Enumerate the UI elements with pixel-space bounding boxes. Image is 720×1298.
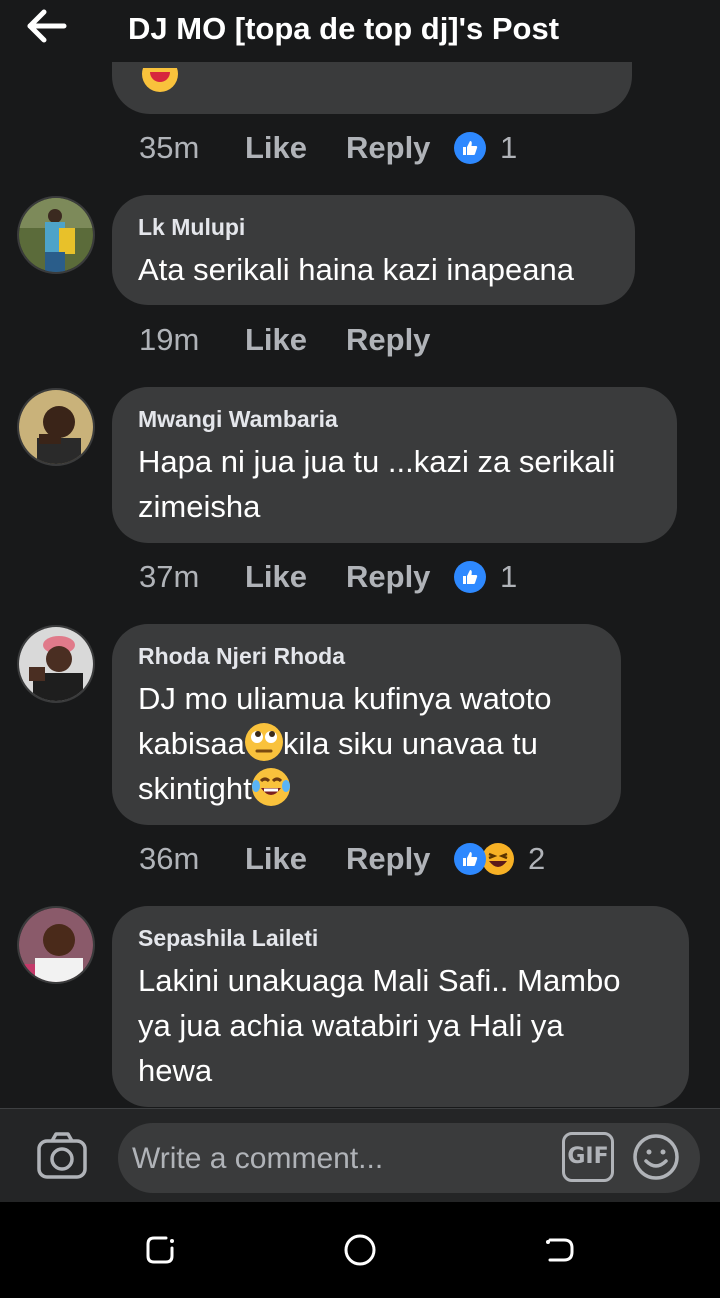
like-reaction-icon — [454, 132, 486, 164]
comment-author[interactable]: Sepashila Laileti — [138, 924, 663, 952]
comment-time: 36m — [139, 841, 200, 876]
home-icon[interactable] — [342, 1232, 378, 1268]
avatar[interactable] — [17, 196, 95, 274]
reactions[interactable]: 1 — [454, 559, 517, 595]
comment-meta: 37m Like Reply 1 — [139, 557, 517, 597]
reply-button[interactable]: Reply — [346, 841, 454, 877]
comment-text: Hapa ni jua jua tu ...kazi za serikali z… — [138, 439, 651, 529]
comment-bubble[interactable]: Lk Mulupi Ata serikali haina kazi inapea… — [112, 195, 635, 305]
reply-button[interactable]: Reply — [346, 322, 454, 358]
emoji-icon — [142, 68, 178, 94]
comment-meta-previous: 35m Like Reply 1 — [139, 128, 517, 168]
comment-input[interactable]: Write a comment... GIF — [118, 1123, 700, 1193]
like-button[interactable]: Like — [245, 841, 346, 877]
comment-text-line: Ata serikali haina kazi inapeana — [138, 252, 574, 287]
reply-button[interactable]: Reply — [346, 559, 454, 595]
text-segment: kila siku unavaa tu — [282, 726, 538, 761]
comment-text: DJ mo uliamua kufinya watoto kabisaa kila… — [138, 676, 595, 811]
comment-bubble[interactable]: Sepashila Laileti Lakini unakuaga Mali S… — [112, 906, 689, 1107]
avatar[interactable] — [17, 906, 95, 984]
page-title: DJ MO [topa de top dj]'s Post — [128, 11, 560, 46]
comment-time: 19m — [139, 322, 200, 357]
comment-text-line: ya jua achia watabiri ya Hali ya — [138, 1008, 564, 1043]
comment-text: Ata serikali haina kazi inapeana — [138, 247, 609, 292]
like-reaction-icon — [454, 843, 486, 875]
comment-text-line: Lakini unakuaga Mali Safi.. Mambo — [138, 963, 621, 998]
comment-time: 37m — [139, 559, 200, 594]
like-button[interactable]: Like — [245, 559, 346, 595]
laughing-tears-emoji-icon — [251, 768, 290, 806]
recent-apps-icon[interactable] — [142, 1232, 178, 1268]
reaction-count: 1 — [500, 559, 518, 594]
comment-text: Lakini unakuaga Mali Safi.. Mambo ya jua… — [138, 958, 663, 1093]
camera-icon[interactable] — [36, 1131, 88, 1181]
like-button[interactable]: Like — [245, 130, 346, 166]
comment-input-placeholder: Write a comment... — [132, 1142, 384, 1175]
eye-roll-emoji-icon — [244, 723, 283, 761]
comment-meta: 36m Like Reply 2 — [139, 839, 545, 879]
like-reaction-icon — [454, 561, 486, 593]
reaction-count: 1 — [500, 130, 518, 165]
comment-text-line: zimeisha — [138, 489, 261, 524]
avatar[interactable] — [17, 388, 95, 466]
top-bar: DJ MO [topa de top dj]'s Post — [0, 0, 720, 62]
comment-text-line: hewa — [138, 1053, 213, 1088]
comment-bubble[interactable]: Mwangi Wambaria Hapa ni jua jua tu ...ka… — [112, 387, 677, 543]
comment-text-line: kabisaa kila siku unavaa tu — [138, 721, 595, 766]
comment-meta: 19m Like Reply — [139, 320, 454, 360]
reactions[interactable]: 1 — [454, 130, 517, 166]
like-button[interactable]: Like — [245, 322, 346, 358]
comment-text-line: DJ mo uliamua kufinya watoto — [138, 681, 552, 716]
avatar[interactable] — [17, 625, 95, 703]
comment-text-line: skintight — [138, 766, 595, 811]
comment-bubble[interactable]: Rhoda Njeri Rhoda DJ mo uliamua kufinya … — [112, 624, 621, 825]
comment-author[interactable]: Rhoda Njeri Rhoda — [138, 642, 595, 670]
reactions[interactable]: 2 — [454, 841, 545, 877]
comment-composer: Write a comment... GIF — [0, 1108, 720, 1202]
back-arrow-icon[interactable] — [26, 8, 70, 44]
back-nav-icon[interactable] — [542, 1232, 578, 1268]
comment-text-line: Hapa ni jua jua tu ...kazi za serikali — [138, 444, 616, 479]
emoji-icon[interactable] — [632, 1133, 680, 1181]
text-segment: skintight — [138, 771, 252, 806]
gif-icon[interactable]: GIF — [562, 1132, 614, 1182]
reply-button[interactable]: Reply — [346, 130, 454, 166]
comment-author[interactable]: Lk Mulupi — [138, 213, 609, 241]
reaction-count: 2 — [528, 841, 546, 876]
text-segment: kabisaa — [138, 726, 245, 761]
system-nav-bar — [0, 1202, 720, 1298]
comment-author[interactable]: Mwangi Wambaria — [138, 405, 651, 433]
comment-time: 35m — [139, 130, 200, 165]
haha-reaction-icon — [482, 843, 514, 875]
